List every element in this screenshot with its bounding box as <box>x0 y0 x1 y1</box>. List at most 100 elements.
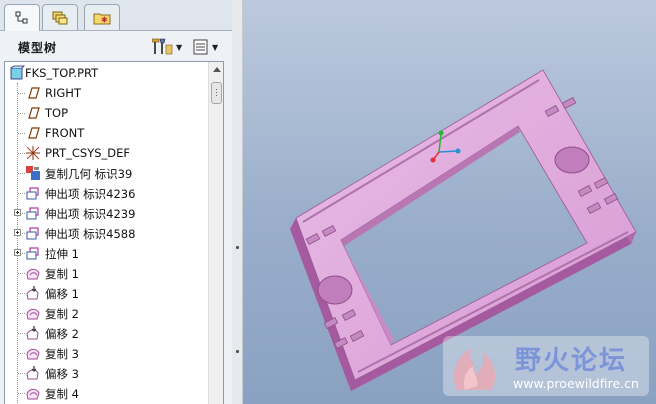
tree-connector <box>18 353 25 354</box>
tree-item-label: 复制 1 <box>45 267 79 281</box>
navigator-tabbar: ✱ <box>0 0 232 31</box>
tree-connector <box>18 113 25 114</box>
tree-item[interactable]: 伸出项 标识4236 <box>5 183 207 203</box>
forum-watermark: 野火论坛 www.proewildfire.cn <box>443 336 649 396</box>
tree-item-label: 复制 2 <box>45 307 79 321</box>
mount-hole <box>554 146 590 174</box>
scroll-thumb[interactable] <box>211 82 222 104</box>
watermark-url: www.proewildfire.cn <box>513 376 639 391</box>
tree-item-label: 伸出项 标识4588 <box>45 227 136 241</box>
offset-icon <box>25 325 41 341</box>
mount-hole <box>317 275 353 305</box>
model-tree: FKS_TOP.PRT RIGHT TOP FRONT PRT_CSYS_DEF 复制几何… <box>4 61 224 404</box>
datum-plane-icon <box>25 85 41 101</box>
watermark-title: 野火论坛 <box>515 346 628 376</box>
extrude-icon <box>25 245 41 261</box>
tree-item-label: FKS_TOP.PRT <box>25 66 99 80</box>
svg-text:✱: ✱ <box>101 15 108 24</box>
tree-item-label: RIGHT <box>45 86 81 100</box>
tree-item[interactable]: FRONT <box>5 123 207 143</box>
tree-item-label: 复制几何 标识39 <box>45 167 133 181</box>
layers-icon <box>52 11 68 24</box>
graphics-viewport[interactable]: 野火论坛 www.proewildfire.cn <box>243 0 656 404</box>
tree-connector <box>18 373 25 374</box>
tree-item-label: 偏移 3 <box>45 367 79 381</box>
expand-toggle[interactable] <box>14 249 21 256</box>
tree-connector <box>18 313 25 314</box>
tree-item[interactable]: RIGHT <box>5 83 207 103</box>
tree-item-label: TOP <box>45 106 69 120</box>
tree-item[interactable]: 复制 2 <box>5 303 207 323</box>
tree-item[interactable]: 复制 1 <box>5 263 207 283</box>
tree-item-label: 偏移 2 <box>45 327 79 341</box>
tree-item[interactable]: TOP <box>5 103 207 123</box>
tree-show-button[interactable]: ▼ <box>192 36 224 58</box>
datum-plane-icon <box>25 125 41 141</box>
model-tree-tab[interactable] <box>4 4 40 31</box>
flame-logo-icon <box>453 348 496 390</box>
copy-surface-icon <box>25 385 41 401</box>
tree-item[interactable]: PRT_CSYS_DEF <box>5 143 207 163</box>
arrow-up-icon <box>212 67 221 72</box>
tree-item-label: 拉伸 1 <box>45 247 79 261</box>
tree-item[interactable]: 伸出项 标识4239 <box>5 203 207 223</box>
model-tree-panel: ✱ 模型树 ▼ ▼ FKS_TOP.PRT RIGHT TOP FRONT PR… <box>0 0 233 404</box>
tree-connector <box>18 173 25 174</box>
tree-item[interactable]: 复制 3 <box>5 343 207 363</box>
tree-item[interactable]: 偏移 2 <box>5 323 207 343</box>
tree-connector <box>18 193 25 194</box>
tree-item[interactable]: 复制几何 标识39 <box>5 163 207 183</box>
protrusion-icon <box>25 205 41 221</box>
offset-icon <box>25 285 41 301</box>
tree-settings-button[interactable]: ▼ <box>152 36 184 58</box>
panel-splitter[interactable] <box>232 0 243 404</box>
model-tree-header: 模型树 ▼ ▼ <box>0 31 232 61</box>
protrusion-icon <box>25 185 41 201</box>
layers-tab[interactable] <box>42 4 78 30</box>
datum-plane-icon <box>25 105 41 121</box>
favorites-tab[interactable]: ✱ <box>84 4 120 30</box>
protrusion-icon <box>25 225 41 241</box>
splitter-grip <box>236 246 239 249</box>
tree-item[interactable]: 偏移 1 <box>5 283 207 303</box>
part-icon <box>9 65 25 81</box>
tree-connector <box>18 133 25 134</box>
favorites-folder-icon: ✱ <box>93 13 111 24</box>
expand-toggle[interactable] <box>14 229 21 236</box>
tree-connector <box>18 273 25 274</box>
tree-connector <box>18 93 25 94</box>
copy-surface-icon <box>25 265 41 281</box>
panel-title: 模型树 <box>18 41 58 55</box>
tree-connector <box>18 293 25 294</box>
tree-item[interactable]: 复制 4 <box>5 383 207 403</box>
tree-item[interactable]: 偏移 3 <box>5 363 207 383</box>
copy-surface-icon <box>25 345 41 361</box>
tree-item-label: 偏移 1 <box>45 287 79 301</box>
tree-item-label: 复制 3 <box>45 347 79 361</box>
tree-item[interactable]: 拉伸 1 <box>5 243 207 263</box>
frame-top-face <box>295 69 637 381</box>
chevron-down-icon: ▼ <box>176 42 183 52</box>
copy-surface-icon <box>25 305 41 321</box>
tree-item-label: FRONT <box>45 126 85 140</box>
tree-item[interactable]: 伸出项 标识4588 <box>5 223 207 243</box>
csys-icon <box>25 145 41 161</box>
tree-show-icon <box>193 39 208 55</box>
chevron-down-icon: ▼ <box>212 42 219 52</box>
tree-item-label: 复制 4 <box>45 387 79 401</box>
tree-item-label: 伸出项 标识4239 <box>45 207 136 221</box>
splitter-grip <box>236 350 239 353</box>
tree-item[interactable]: FKS_TOP.PRT <box>5 63 207 83</box>
tree-connector <box>18 393 25 394</box>
expand-toggle[interactable] <box>14 209 21 216</box>
tree-connector <box>18 333 25 334</box>
tree-settings-icon <box>152 38 173 55</box>
copy-geometry-icon <box>25 165 41 181</box>
tree-item-label: PRT_CSYS_DEF <box>45 146 131 160</box>
model-tree-icon <box>15 11 28 24</box>
offset-icon <box>25 365 41 381</box>
tree-connector <box>18 153 25 154</box>
tree-scrollbar[interactable] <box>208 62 223 404</box>
scroll-up-button[interactable] <box>209 62 223 76</box>
tree-item-label: 伸出项 标识4236 <box>45 187 136 201</box>
